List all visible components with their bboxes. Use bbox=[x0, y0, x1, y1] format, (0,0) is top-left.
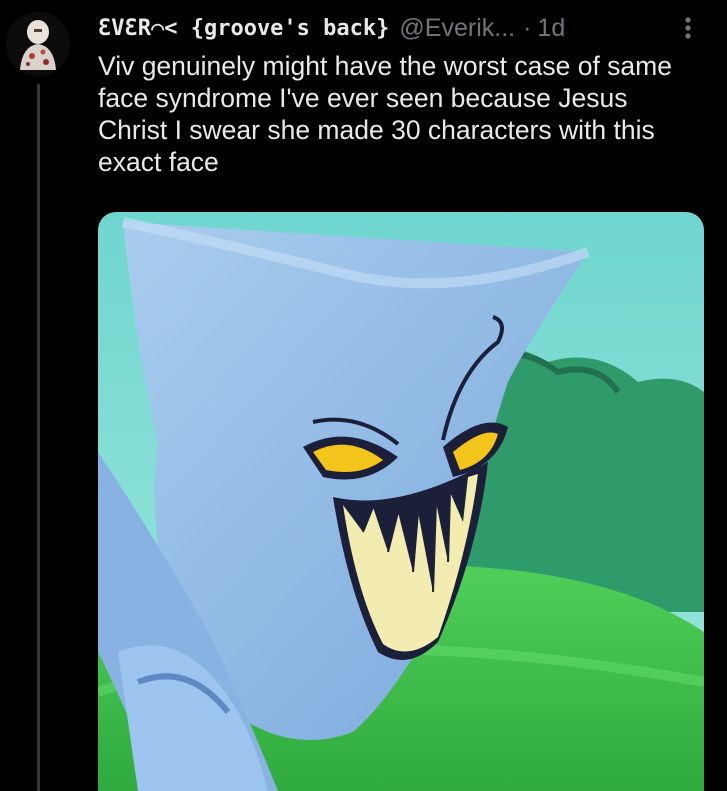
separator-dot: · bbox=[523, 13, 532, 42]
tweet-header: ƐVƐR⌒< {groove's back} @Everik... · 1d bbox=[98, 8, 698, 48]
avatar[interactable] bbox=[6, 12, 70, 76]
avatar-image bbox=[6, 12, 70, 76]
vertical-ellipsis-icon bbox=[685, 17, 691, 39]
cartoon-character-image bbox=[98, 212, 704, 791]
user-handle[interactable]: @Everik... bbox=[399, 14, 515, 43]
tweet-image[interactable] bbox=[98, 212, 704, 791]
tweet-text: Viv genuinely might have the worst case … bbox=[98, 51, 672, 177]
timestamp[interactable]: 1d bbox=[537, 14, 565, 43]
display-name[interactable]: ƐVƐR⌒< {groove's back} bbox=[98, 16, 389, 41]
tweet[interactable]: ƐVƐR⌒< {groove's back} @Everik... · 1d V… bbox=[0, 0, 727, 791]
more-options-button[interactable] bbox=[676, 12, 700, 44]
thread-line bbox=[37, 84, 40, 791]
